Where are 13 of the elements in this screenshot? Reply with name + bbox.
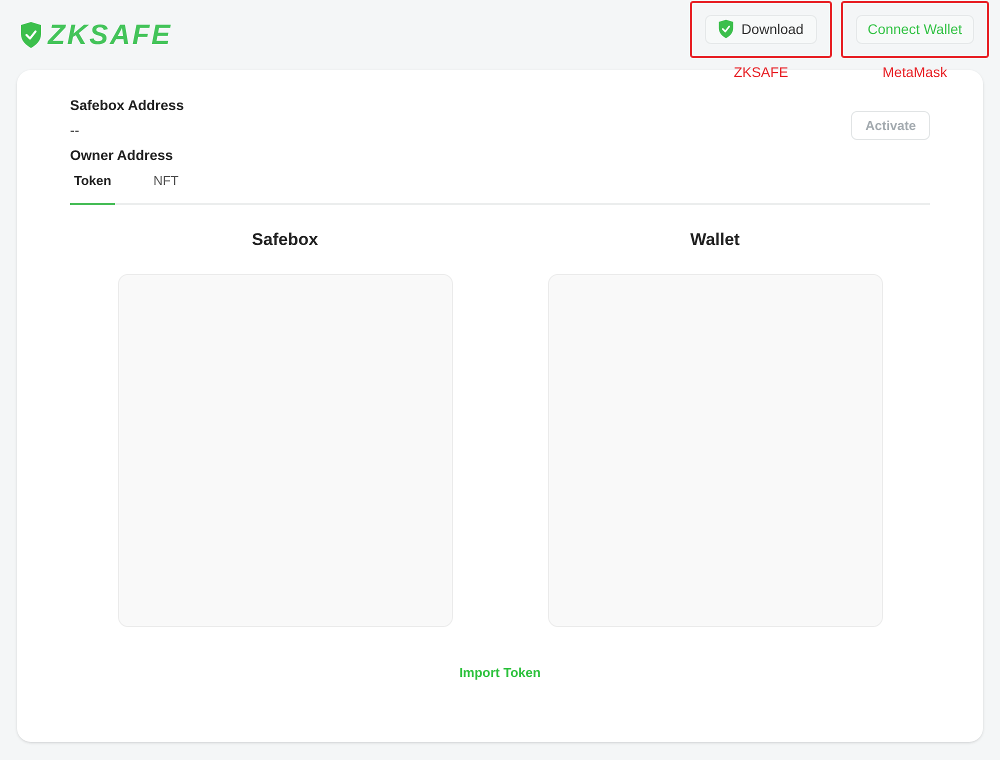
shield-check-icon: [20, 21, 42, 49]
annotation-label: ZKSAFE: [732, 62, 790, 82]
tab[interactable]: NFT: [149, 171, 183, 204]
download-button[interactable]: Download: [705, 14, 817, 44]
field-label: Safebox Address: [70, 96, 184, 115]
panel-title: Wallet: [690, 228, 740, 250]
field-value: --: [70, 121, 80, 140]
field-label: Owner Address: [70, 146, 174, 165]
annotation-label: MetaMask: [882, 62, 948, 82]
logo-wordmark: ZKSAFE: [48, 21, 172, 49]
panel-title: Safebox: [252, 228, 318, 250]
shield-check-icon: [718, 19, 734, 39]
tab[interactable]: Token: [70, 171, 116, 204]
